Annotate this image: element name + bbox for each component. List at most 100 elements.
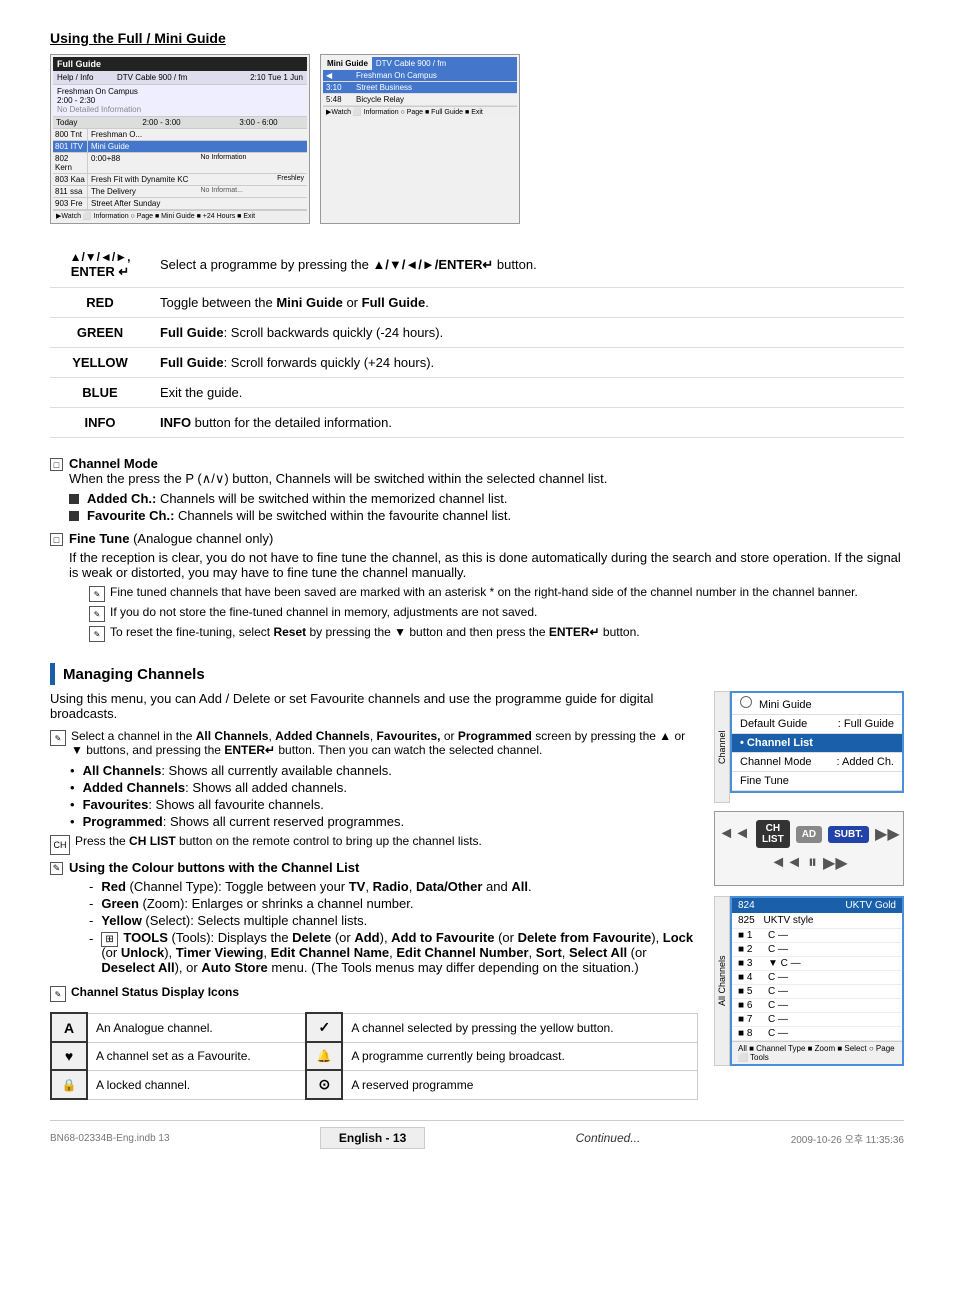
colour-tools: - ⊞ TOOLS (Tools): Displays the Delete (… [89,930,698,975]
key-row-info: INFO INFO button for the detailed inform… [50,408,904,438]
key-label-yellow: YELLOW [50,348,150,378]
guide-row-5: 903 FreStreet After Sunday [53,198,307,210]
bullet-fav: • Favourites: Shows all favourite channe… [70,797,698,812]
bullet-all-ch: • All Channels: Shows all currently avai… [70,763,698,778]
managing-channels-section: Managing Channels Using this menu, you c… [50,663,904,1100]
guide-today: Today [53,117,113,128]
channel-menu-wrapper: Channel Mini Guide Default Guide: Full G… [714,691,904,803]
colour-yellow: - Yellow (Select): Selects multiple chan… [89,913,698,928]
ch-footer: All ■ Channel Type ■ Zoom ■ Select ○ Pag… [732,1041,902,1064]
circle-icon [740,696,752,708]
colour-red: - Red (Channel Type): Toggle between you… [89,879,698,894]
fine-tune-note-1: ✎ Fine tuned channels that have been sav… [89,585,904,602]
ch-val-7: C — [768,1014,896,1025]
colour-title: Using the Colour buttons with the Channe… [69,860,359,875]
managing-main: Using this menu, you can Add / Delete or… [50,691,698,1100]
mini-row-1: 3:10Street Business [323,82,517,94]
managing-two-col: Using this menu, you can Add / Delete or… [50,691,904,1100]
note-icon-m1: ✎ [50,730,66,746]
key-desc-green: Full Guide: Scroll backwards quickly (-2… [150,318,904,348]
ch-num-3: ■ 3 [738,958,768,969]
blue-bar-icon [50,663,55,685]
added-ch-item: Added Ch.: Channels will be switched wit… [69,491,607,506]
status-desc-check: A channel selected by pressing the yello… [342,1013,697,1042]
guide-row-3: 803 KaaFresh Fit with Dynamite KCFreshle… [53,174,307,186]
note-icon-m2: CH [50,835,70,855]
section-title-guide: Using the Full / Mini Guide [50,30,904,46]
key-desc-info: INFO button for the detailed information… [150,408,904,438]
remote-row: ◄◄ CH LIST AD SUBT. ▶▶ [723,820,895,848]
mini-row-2: 5:48Bicycle Relay [323,94,517,106]
key-desc-blue: Exit the guide. [150,378,904,408]
next-icon: ▶▶ [823,853,848,873]
rewind-icon: ◄◄ [718,825,750,843]
ch-num-4: ■ 4 [738,972,768,983]
ch-list-btn[interactable]: CH LIST [756,820,790,848]
bullet-icon [69,494,79,504]
key-row-nav: ▲/▼/◄/►, ENTER ↵ Select a programme by p… [50,242,904,288]
mini-guide-label: Mini Guide [323,57,372,70]
ch-val-3: ▼ C — [768,958,896,969]
ch-825: 825 [738,915,755,926]
channel-list-wrapper: All Channels 824 UKTV Gold 825 UKTV styl… [714,896,904,1066]
ch-num-1: ■ 1 [738,930,768,941]
key-label-nav: ▲/▼/◄/►, ENTER ↵ [50,242,150,288]
guide-detail: No Detailed Information [57,105,303,114]
status-row-2: ♥ A channel set as a Favourite. 🔔 A prog… [51,1042,698,1070]
ch-val-8: C — [768,1028,896,1039]
guide-info-prog: DTV Cable 900 / fm [117,73,250,82]
channel-list-box: 824 UKTV Gold 825 UKTV style ■ 1 C — ■ 2… [730,896,904,1066]
status-icon-note: ✎ [50,986,66,1002]
mini-guide-prog: DTV Cable 900 / fm [372,57,517,70]
ch-val-1: C — [768,930,896,941]
bullet-added-ch: • Added Channels: Shows all added channe… [70,780,698,795]
status-desc-fav: A channel set as a Favourite. [87,1042,306,1070]
key-label-blue: BLUE [50,378,150,408]
status-icon-a: A [51,1013,87,1042]
playback-row: ◄◄ ⏸ ▶▶ [723,852,895,873]
page-number: English - 13 [320,1127,425,1149]
fine-tune-title: Fine Tune [69,531,129,546]
guide-sub: Freshman On Campus [57,87,303,96]
ch-row-7: ■ 7 C — [732,1013,902,1027]
mini-guide-box: Mini Guide DTV Cable 900 / fm ◀Freshman … [320,54,520,224]
managing-note1: ✎ Select a channel in the All Channels, … [50,729,698,757]
menu-item-channel-mode: Channel Mode: Added Ch. [732,753,902,772]
fine-tune-checkbox: □ [50,533,63,546]
guide-sub2: 2:00 - 2:30 [57,96,303,105]
ch-num-2: ■ 2 [738,944,768,955]
guide-info-ch: Help / Info [57,73,117,82]
ch-num-6: ■ 6 [738,1000,768,1011]
status-icon-broadcast: 🔔 [306,1042,342,1070]
ch-header: 824 UKTV Gold [732,898,902,913]
guide-time2: 3:00 - 6:00 [210,117,307,128]
doc-date: 2009-10-26 오후 11:35:36 [791,1131,904,1146]
status-icon-lock: 🔒 [51,1070,87,1099]
key-row-green: GREEN Full Guide: Scroll backwards quick… [50,318,904,348]
remote-box: ◄◄ CH LIST AD SUBT. ▶▶ ◄◄ ⏸ ▶▶ [714,811,904,886]
fine-tune-subtitle: (Analogue channel only) [133,531,273,546]
fav-ch-item: Favourite Ch.: Channels will be switched… [69,508,607,523]
side-panel: Channel Mini Guide Default Guide: Full G… [714,691,904,1100]
mini-guide-footer: ▶Watch ⬜ Information ○ Page ■ Full Guide… [323,106,517,117]
guide-time1: 2:00 - 3:00 [113,117,210,128]
key-label-red: RED [50,288,150,318]
key-row-red: RED Toggle between the Mini Guide or Ful… [50,288,904,318]
guide-row-2: 802 Kern0:00+88No Information [53,153,307,174]
guide-info-time: 2:10 Tue 1 Jun [250,73,303,82]
ch-num-8: ■ 8 [738,1028,768,1039]
ad-btn[interactable]: AD [796,826,822,843]
status-table: A An Analogue channel. ✓ A channel selec… [50,1012,698,1100]
ch-row-8: ■ 8 C — [732,1027,902,1041]
guide-screenshots: Full Guide Help / Info DTV Cable 900 / f… [50,54,904,224]
status-icons-section: ✎ Channel Status Display Icons [50,985,698,1002]
ch-row-2: ■ 2 C — [732,943,902,957]
ch-row-5: ■ 5 C — [732,985,902,999]
subt-btn[interactable]: SUBT. [828,826,869,843]
key-label-green: GREEN [50,318,150,348]
status-icon-fav: ♥ [51,1042,87,1070]
side-label-all-channels: All Channels [714,896,730,1066]
ch-num-7: ■ 7 [738,1014,768,1025]
colour-buttons-section: ✎ Using the Colour buttons with the Chan… [50,860,698,977]
ch-num-5: ■ 5 [738,986,768,997]
